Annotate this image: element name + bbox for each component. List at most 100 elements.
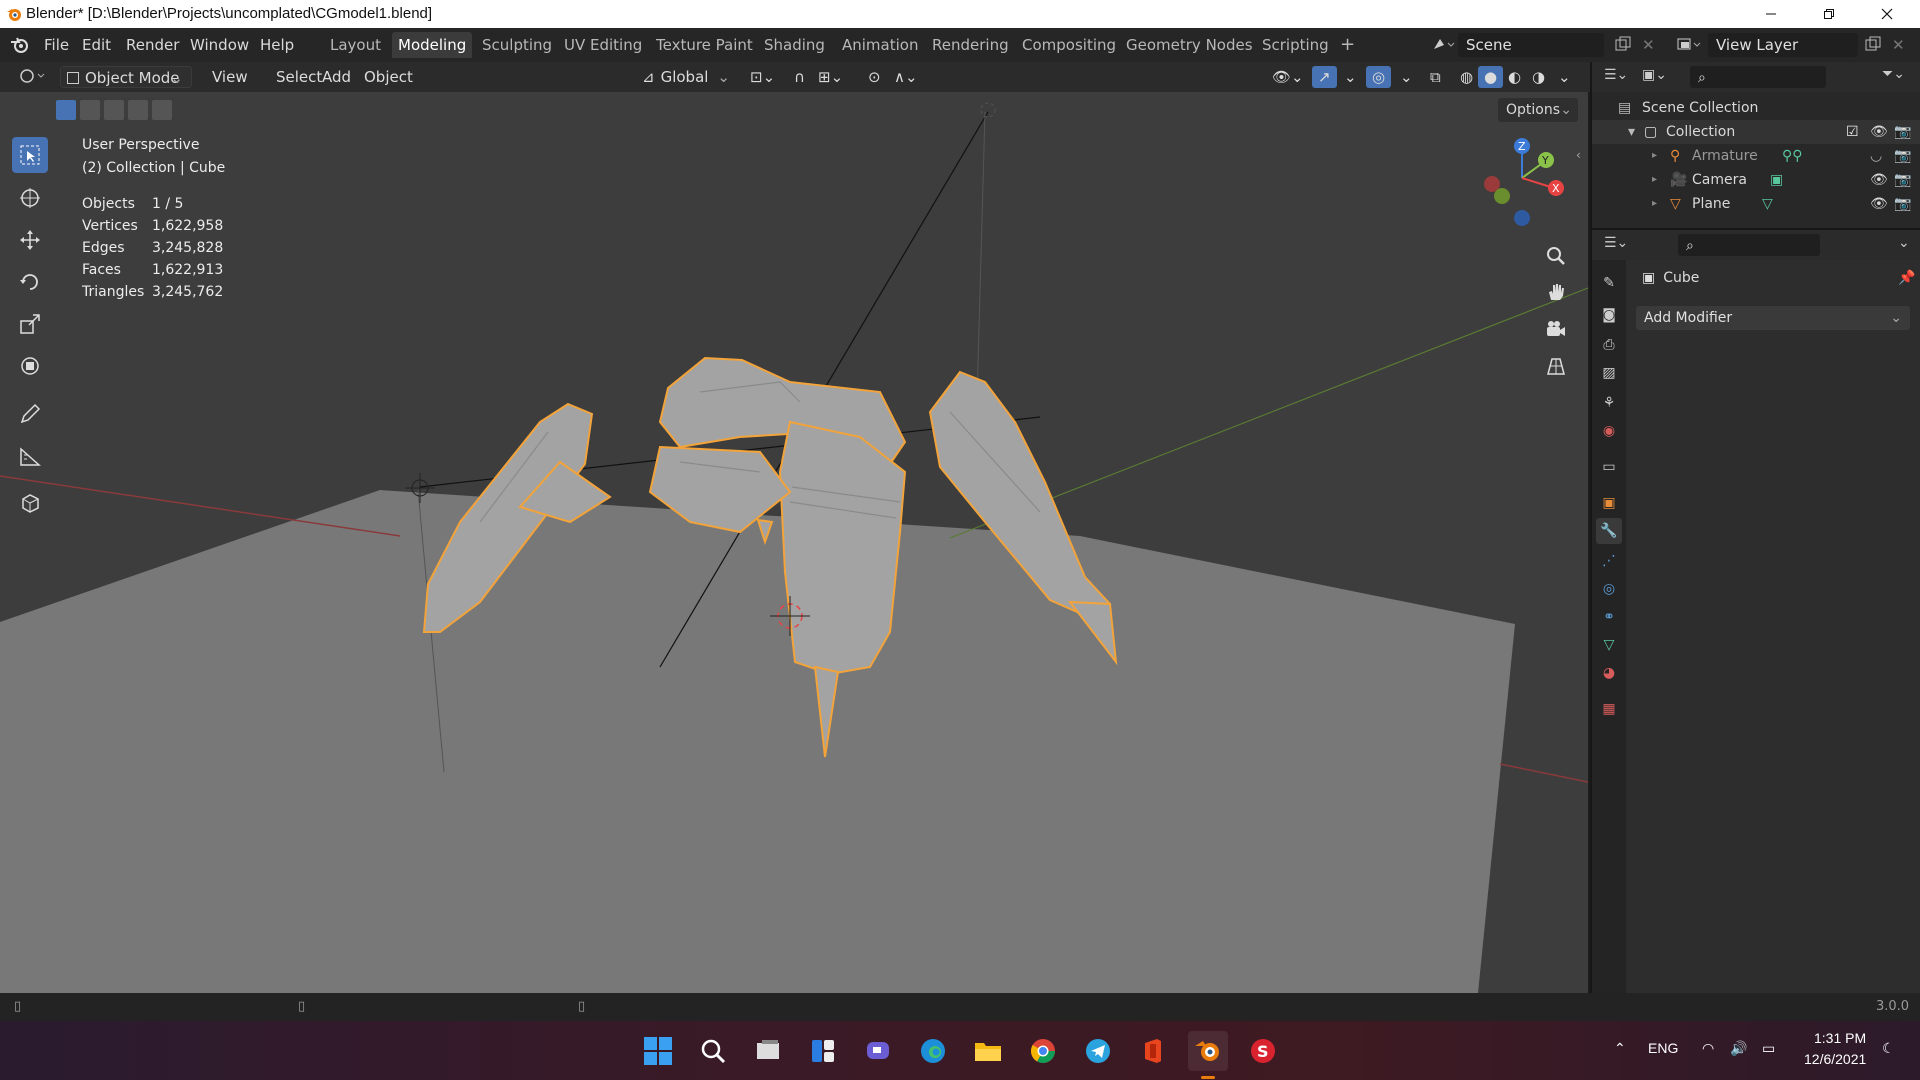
edge-browser-icon[interactable] bbox=[913, 1031, 953, 1071]
editor-type-icon[interactable] bbox=[12, 66, 52, 88]
solid-shading-icon[interactable]: ● bbox=[1478, 66, 1504, 88]
options-dropdown[interactable]: Options ⌄ bbox=[1498, 98, 1578, 122]
start-button-icon[interactable] bbox=[638, 1031, 678, 1071]
notification-moon-icon[interactable]: ☾ bbox=[1882, 1040, 1895, 1057]
select-extend-icon[interactable] bbox=[80, 100, 100, 120]
tab-scripting[interactable]: Scripting bbox=[1256, 32, 1335, 58]
select-new-icon[interactable] bbox=[56, 100, 76, 120]
outliner-search-input[interactable]: ⌕ bbox=[1690, 66, 1826, 88]
visibility-eye-icon[interactable]: 👁 bbox=[1870, 120, 1888, 144]
outliner-row-collection[interactable]: ▾ ▢ Collection ☑ 👁 📷 bbox=[1592, 120, 1920, 144]
tab-uv-editing[interactable]: UV Editing bbox=[558, 32, 648, 58]
minimize-button[interactable] bbox=[1748, 0, 1794, 28]
render-camera-icon[interactable]: 📷 bbox=[1894, 120, 1911, 144]
restore-button[interactable] bbox=[1806, 0, 1852, 28]
select-intersect-icon[interactable] bbox=[152, 100, 172, 120]
hidden-eye-icon[interactable]: ◡ bbox=[1870, 144, 1882, 168]
visibility-eye-icon[interactable]: 👁 bbox=[1870, 192, 1888, 216]
constraints-tab-icon[interactable]: ⚭ bbox=[1596, 604, 1622, 630]
annotate-tool-icon[interactable] bbox=[12, 396, 48, 432]
overlay-dropdown-icon[interactable]: ⌄ bbox=[1394, 66, 1419, 88]
view-layer-tab-icon[interactable]: ▨ bbox=[1596, 360, 1622, 386]
select-subtract-icon[interactable] bbox=[104, 100, 124, 120]
exclude-checkbox-icon[interactable]: ☑ bbox=[1846, 120, 1859, 144]
expand-arrow-icon[interactable]: ▾ bbox=[1628, 120, 1635, 144]
snap-target-icon[interactable]: ⊞⌄ bbox=[812, 66, 849, 88]
tab-shading[interactable]: Shading bbox=[758, 32, 831, 58]
camera-view-icon[interactable] bbox=[1542, 316, 1570, 344]
outliner-editor-icon[interactable]: ☰⌄ bbox=[1604, 67, 1628, 83]
search-icon[interactable] bbox=[693, 1031, 733, 1071]
expand-arrow-icon[interactable]: ▸ bbox=[1652, 144, 1657, 168]
menu-help[interactable]: Help bbox=[260, 36, 294, 54]
task-view-icon[interactable] bbox=[748, 1031, 788, 1071]
navigation-gizmo[interactable]: Z Y X bbox=[1476, 136, 1566, 226]
tab-compositing[interactable]: Compositing bbox=[1016, 32, 1122, 58]
tab-texture-paint[interactable]: Texture Paint bbox=[650, 32, 759, 58]
sidebar-toggle-icon[interactable]: ‹ bbox=[1576, 148, 1581, 162]
tab-animation[interactable]: Animation bbox=[836, 32, 924, 58]
output-properties-tab-icon[interactable]: ⎙ bbox=[1596, 332, 1622, 358]
chrome-browser-icon[interactable] bbox=[1023, 1031, 1063, 1071]
file-explorer-icon[interactable] bbox=[968, 1031, 1008, 1071]
particles-tab-icon[interactable]: ⋰ bbox=[1596, 548, 1622, 574]
add-cube-tool-icon[interactable] bbox=[12, 484, 48, 520]
menu-edit[interactable]: Edit bbox=[82, 36, 111, 54]
outliner-row-scene-collection[interactable]: ▤ Scene Collection bbox=[1592, 96, 1920, 120]
wifi-icon[interactable]: ◠ bbox=[1702, 1040, 1714, 1057]
select-box-tool-icon[interactable] bbox=[12, 137, 48, 173]
physics-tab-icon[interactable]: ◎ bbox=[1596, 576, 1622, 602]
tray-chevron-icon[interactable]: ⌃ bbox=[1614, 1040, 1626, 1057]
view-layer-field[interactable]: View Layer bbox=[1708, 33, 1858, 57]
cursor-tool-icon[interactable] bbox=[12, 180, 48, 216]
rendered-shading-icon[interactable]: ◑ bbox=[1526, 66, 1551, 88]
properties-editor-icon[interactable]: ☰⌄ bbox=[1604, 235, 1628, 251]
volume-icon[interactable]: 🔊 bbox=[1730, 1040, 1747, 1057]
transform-tool-icon[interactable] bbox=[12, 348, 48, 384]
move-tool-icon[interactable] bbox=[12, 222, 48, 258]
material-shading-icon[interactable]: ◐ bbox=[1502, 66, 1527, 88]
render-camera-icon[interactable]: 📷 bbox=[1894, 168, 1911, 192]
new-view-layer-icon[interactable] bbox=[1864, 36, 1882, 58]
scale-tool-icon[interactable] bbox=[12, 306, 48, 342]
outliner-row-plane[interactable]: ▸ ▽ Plane ▽ 👁 📷 bbox=[1592, 192, 1920, 216]
proportional-edit-icon[interactable]: ⊙ bbox=[862, 66, 887, 88]
display-mode-icon[interactable]: ▣⌄ bbox=[1642, 67, 1667, 83]
expand-arrow-icon[interactable]: ▸ bbox=[1652, 192, 1657, 216]
scene-tab-icon[interactable]: ⚘ bbox=[1596, 390, 1622, 416]
wireframe-shading-icon[interactable]: ◍ bbox=[1454, 66, 1479, 88]
outliner-row-camera[interactable]: ▸ 🎥 Camera ▣ 👁 📷 bbox=[1592, 168, 1920, 192]
clock-date[interactable]: 12/6/2021 bbox=[1804, 1051, 1866, 1067]
overlay-toggle-icon[interactable]: ◎ bbox=[1366, 66, 1392, 88]
data-tab-icon[interactable]: ▽ bbox=[1596, 632, 1622, 658]
delete-view-layer-icon[interactable]: ✕ bbox=[1892, 36, 1905, 54]
texture-tab-icon[interactable]: ▦ bbox=[1596, 696, 1622, 722]
xray-icon[interactable]: ⧉ bbox=[1424, 66, 1447, 88]
close-window-button[interactable] bbox=[1864, 0, 1910, 28]
blender-menu-icon[interactable] bbox=[10, 36, 30, 54]
new-scene-icon[interactable] bbox=[1614, 36, 1632, 58]
render-camera-icon[interactable]: 📷 bbox=[1894, 192, 1911, 216]
view-layer-selector-icon[interactable] bbox=[1674, 33, 1702, 57]
tab-rendering[interactable]: Rendering bbox=[926, 32, 1015, 58]
snap-icon[interactable]: ∩ bbox=[788, 66, 811, 88]
battery-icon[interactable]: ▭ bbox=[1762, 1040, 1775, 1057]
tab-modeling[interactable]: Modeling bbox=[392, 32, 473, 58]
tab-geometry-nodes[interactable]: Geometry Nodes bbox=[1120, 32, 1259, 58]
perspective-toggle-icon[interactable] bbox=[1542, 352, 1570, 380]
pivot-point-icon[interactable]: ⊡⌄ bbox=[744, 66, 781, 88]
scene-selector-icon[interactable] bbox=[1428, 33, 1456, 57]
orientation-dropdown[interactable]: ⊿ Global ⌄ bbox=[636, 66, 736, 88]
scene-field[interactable]: Scene bbox=[1458, 33, 1604, 57]
falloff-icon[interactable]: ∧⌄ bbox=[888, 66, 924, 88]
office-icon[interactable] bbox=[1133, 1031, 1173, 1071]
menu-file[interactable]: File bbox=[44, 36, 69, 54]
blender-taskbar-icon[interactable] bbox=[1188, 1031, 1228, 1071]
pin-icon[interactable]: 📌 bbox=[1898, 270, 1915, 286]
modifier-tab-icon[interactable]: 🔧 bbox=[1596, 518, 1622, 544]
world-tab-icon[interactable]: ◉ bbox=[1596, 418, 1622, 444]
select-invert-icon[interactable] bbox=[128, 100, 148, 120]
widgets-icon[interactable] bbox=[803, 1031, 843, 1071]
tool-properties-tab-icon[interactable]: ✎ bbox=[1596, 270, 1622, 296]
delete-scene-icon[interactable]: ✕ bbox=[1642, 36, 1655, 54]
